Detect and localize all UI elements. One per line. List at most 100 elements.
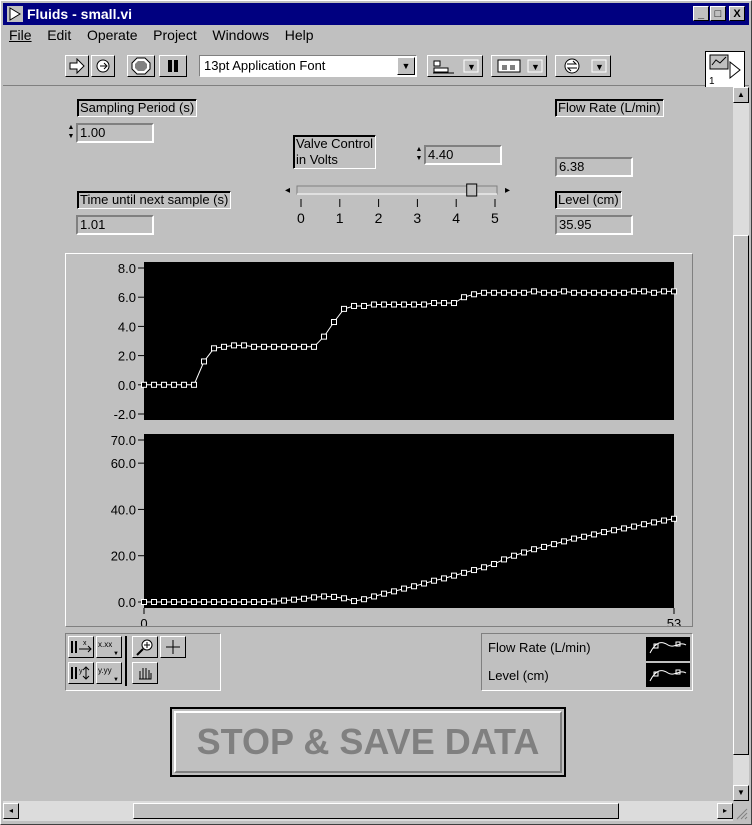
- data-point-flow-rate: [641, 288, 647, 295]
- zoom-button[interactable]: [132, 636, 158, 658]
- align-objects-icon: ▼: [433, 59, 479, 74]
- data-point-flow-rate: [181, 381, 187, 388]
- data-point-flow-rate: [561, 288, 567, 295]
- data-point-flow-rate: [551, 289, 557, 296]
- minimize-button[interactable]: _: [693, 6, 709, 21]
- stop-save-button[interactable]: STOP & SAVE DATA: [170, 707, 566, 777]
- menu-project[interactable]: Project: [147, 25, 203, 45]
- vi-connector-icon[interactable]: 1: [705, 51, 745, 89]
- connector-number: 1: [709, 76, 715, 87]
- chevron-down-icon: ▼: [397, 57, 415, 75]
- valve-slider[interactable]: ◂ ▸ 0 1 2 3 4 5: [283, 183, 523, 233]
- data-point-flow-rate: [441, 300, 447, 307]
- maximize-button[interactable]: □: [710, 6, 726, 21]
- data-point-level: [381, 590, 387, 597]
- data-point-flow-rate: [541, 289, 547, 296]
- valve-increment[interactable]: ▲ ▼: [415, 145, 423, 165]
- run-continuously-button[interactable]: [91, 55, 115, 77]
- svg-text:▼: ▼: [113, 677, 119, 683]
- data-point-level: [591, 531, 597, 538]
- sampling-period-increment[interactable]: ▲ ▼: [67, 123, 75, 143]
- y-tick-label: 20.0: [111, 549, 136, 564]
- data-point-flow-rate: [311, 343, 317, 350]
- run-button[interactable]: [65, 55, 89, 77]
- pan-button[interactable]: [132, 662, 158, 684]
- distribute-objects-button[interactable]: ▼: [491, 55, 547, 77]
- scroll-left-button[interactable]: ◂: [3, 803, 19, 819]
- data-point-flow-rate: [381, 301, 387, 308]
- slider-thumb[interactable]: [466, 183, 478, 197]
- data-point-level: [221, 599, 227, 605]
- svg-text:y: y: [79, 668, 83, 675]
- data-point-flow-rate: [161, 381, 167, 388]
- slider-left-arrow[interactable]: ◂: [285, 185, 290, 196]
- data-point-level: [441, 575, 447, 582]
- x-tick-label: 0: [140, 616, 147, 626]
- legend-plot-samples[interactable]: [646, 637, 690, 687]
- svg-text:▼: ▼: [467, 62, 476, 72]
- data-point-flow-rate: [661, 288, 667, 295]
- data-point-level: [341, 595, 347, 602]
- align-objects-button[interactable]: ▼: [427, 55, 483, 77]
- chart-plot-area[interactable]: 8.0 6.0 4.0 2.0 0.0 -2.0 70.0 60.0 40.0 20.0 0.0 0 5…: [66, 254, 692, 631]
- scroll-down-button[interactable]: ▼: [733, 785, 749, 801]
- data-point-flow-rate: [521, 289, 527, 296]
- sampling-period-control[interactable]: 1.00: [76, 123, 154, 143]
- horizontal-scroll-thumb[interactable]: [133, 803, 619, 819]
- menu-windows[interactable]: Windows: [206, 25, 275, 45]
- slider-tick-label: 5: [491, 210, 499, 226]
- data-point-flow-rate: [251, 343, 257, 350]
- scroll-up-button[interactable]: ▲: [733, 87, 749, 103]
- valve-control-value[interactable]: 4.40: [424, 145, 502, 165]
- menu-bar: File Edit Operate Project Windows Help: [3, 25, 703, 45]
- close-button[interactable]: X: [729, 6, 745, 21]
- x-format-button[interactable]: x.xx ▼: [96, 636, 122, 658]
- distribute-objects-icon: ▼: [497, 59, 543, 73]
- legend-series2-label: Level (cm): [488, 668, 549, 683]
- data-point-level: [521, 549, 527, 556]
- vertical-scrollbar[interactable]: ▲ ▼: [733, 87, 749, 801]
- data-point-level: [281, 597, 287, 604]
- data-point-level: [301, 595, 307, 602]
- y-format-button[interactable]: y.yy ▼: [96, 662, 122, 684]
- pause-button[interactable]: [159, 55, 187, 77]
- vertical-scroll-thumb[interactable]: [733, 235, 749, 755]
- data-point-level: [241, 599, 247, 605]
- menu-file[interactable]: File: [3, 25, 38, 45]
- cursor-button[interactable]: [160, 636, 186, 658]
- level-label: Level (cm): [555, 191, 622, 209]
- resize-grip-icon: [736, 808, 748, 820]
- abort-button[interactable]: [127, 55, 155, 77]
- font-select[interactable]: 13pt Application Font ▼: [199, 55, 417, 77]
- data-point-flow-rate: [591, 289, 597, 296]
- x-autoscale-button[interactable]: x: [68, 636, 94, 658]
- menu-edit[interactable]: Edit: [41, 25, 77, 45]
- toolbar: 13pt Application Font ▼ ▼ ▼ ▼ 1: [3, 45, 749, 89]
- plot-pane-level[interactable]: [144, 434, 674, 608]
- menu-operate[interactable]: Operate: [81, 25, 144, 45]
- data-point-flow-rate: [281, 343, 287, 350]
- y-tick-label: 6.0: [118, 290, 136, 305]
- title-bar[interactable]: Fluids - small.vi _ □ X: [3, 3, 749, 25]
- slider-tick-label: 3: [413, 210, 421, 226]
- data-point-flow-rate: [271, 343, 277, 350]
- scroll-right-button[interactable]: ▸: [717, 803, 733, 819]
- y-autoscale-button[interactable]: y: [68, 662, 94, 684]
- data-point-level: [291, 596, 297, 603]
- plot-pane-flow-rate[interactable]: [144, 262, 674, 420]
- size-grip[interactable]: [733, 801, 749, 821]
- crosshair-icon: [166, 640, 180, 654]
- font-select-value: 13pt Application Font: [204, 58, 326, 73]
- y-tick-label: 2.0: [118, 349, 136, 364]
- data-point-level: [261, 599, 267, 605]
- data-point-flow-rate: [611, 289, 617, 296]
- data-point-flow-rate: [371, 301, 377, 308]
- data-point-flow-rate: [411, 301, 417, 308]
- reorder-button[interactable]: ▼: [555, 55, 611, 77]
- x-tick-label: 53: [667, 616, 681, 626]
- data-point-flow-rate: [571, 289, 577, 296]
- menu-help[interactable]: Help: [279, 25, 320, 45]
- data-point-flow-rate: [151, 381, 157, 388]
- slider-right-arrow[interactable]: ▸: [505, 185, 510, 196]
- horizontal-scrollbar[interactable]: ◂ ▸: [3, 801, 733, 821]
